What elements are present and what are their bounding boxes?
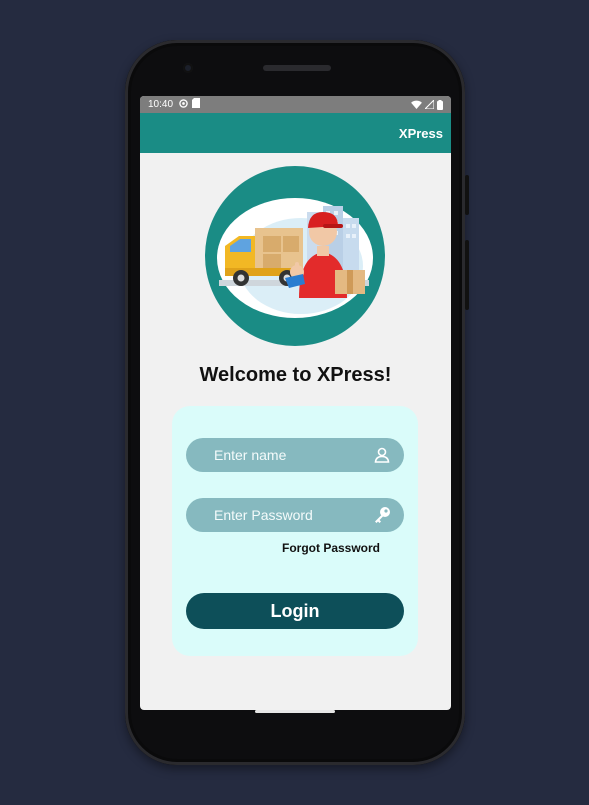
volume-button bbox=[465, 175, 469, 215]
name-input[interactable]: Enter name bbox=[186, 438, 404, 472]
signal-icon bbox=[425, 100, 434, 109]
welcome-heading: Welcome to XPress! bbox=[199, 364, 392, 386]
key-icon bbox=[372, 505, 392, 525]
status-bar: 10:40 bbox=[140, 96, 451, 113]
login-card: Enter name Enter Password Forgot Passwor… bbox=[172, 406, 418, 656]
app-title: XPress bbox=[398, 125, 443, 141]
status-indicators bbox=[411, 99, 443, 110]
power-button bbox=[465, 240, 469, 310]
battery-icon bbox=[437, 99, 443, 110]
delivery-illustration bbox=[205, 166, 385, 346]
person-icon bbox=[372, 445, 392, 465]
name-placeholder: Enter name bbox=[214, 447, 287, 463]
home-gesture-bar[interactable] bbox=[255, 710, 335, 713]
app-bar: XPress bbox=[140, 113, 451, 153]
forgot-password-link[interactable]: Forgot Password bbox=[282, 541, 380, 555]
login-button[interactable]: Login bbox=[186, 593, 404, 629]
sim-card-icon bbox=[192, 98, 201, 111]
front-camera bbox=[183, 63, 193, 73]
settings-status-icon bbox=[179, 98, 188, 111]
password-placeholder: Enter Password bbox=[214, 507, 313, 523]
app-screen: 10:40 XPress Welcome to XPress! Enter na… bbox=[140, 96, 451, 710]
wifi-icon bbox=[411, 100, 422, 109]
password-input[interactable]: Enter Password bbox=[186, 498, 404, 532]
status-time: 10:40 bbox=[148, 99, 174, 110]
earpiece-speaker bbox=[263, 65, 331, 71]
